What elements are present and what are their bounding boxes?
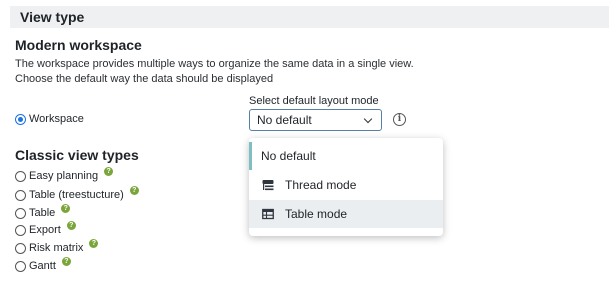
dropdown-item-label: No default [261,149,316,163]
dropdown-item-label: Thread mode [285,178,357,192]
radio-option-gantt[interactable]: Gantt ? [15,256,71,274]
radio-option-table-treestructure[interactable]: Table (treestucture) ? [15,185,139,203]
modern-workspace-heading: Modern workspace [15,37,142,53]
radio-unchecked-icon[interactable] [15,224,26,236]
help-icon[interactable]: ? [61,256,71,266]
radio-option-easy-planning[interactable]: Easy planning ? [15,166,114,184]
radio-unchecked-icon[interactable] [15,242,26,254]
workspace-radio-option[interactable]: Workspace [15,111,84,127]
chevron-down-icon [363,114,373,124]
select-layout-mode-label: Select default layout mode [249,95,379,107]
thread-icon [262,180,274,191]
radio-option-table[interactable]: Table ? [15,203,71,221]
radio-label: Table [29,207,56,219]
radio-unchecked-icon[interactable] [15,170,26,182]
radio-option-risk-matrix[interactable]: Risk matrix ? [15,238,99,256]
dropdown-item-label: Table mode [285,207,348,221]
dropdown-item-table-mode[interactable]: Table mode [249,200,443,228]
modern-workspace-description: The workspace provides multiple ways to … [15,58,414,85]
layout-mode-select[interactable]: No default [249,109,382,131]
classic-view-types-heading: Classic view types [15,147,139,163]
radio-unchecked-icon[interactable] [15,207,26,219]
section-header-view-type: View type [10,6,609,28]
table-icon [262,208,274,220]
help-icon[interactable]: ? [66,220,76,230]
radio-label: Risk matrix [29,242,84,254]
radio-option-export[interactable]: Export ? [15,220,76,238]
radio-unchecked-icon[interactable] [15,260,26,272]
workspace-radio-label: Workspace [29,113,84,125]
layout-mode-select-value: No default [257,113,312,127]
radio-label: Gantt [29,260,56,272]
help-icon[interactable]: ? [89,238,99,248]
info-icon[interactable]: i [393,113,406,126]
dropdown-item-no-default[interactable]: No default [249,142,443,170]
radio-unchecked-icon[interactable] [15,189,26,201]
dropdown-item-thread-mode[interactable]: Thread mode [249,171,443,199]
help-icon[interactable]: ? [104,166,114,176]
radio-label: Export [29,224,61,236]
radio-checked-icon[interactable] [15,113,26,125]
help-icon[interactable]: ? [61,203,71,213]
layout-mode-dropdown-menu: No default Thread mode Table mode [249,138,443,236]
radio-label: Table (treestucture) [29,189,124,201]
help-icon[interactable]: ? [129,185,139,195]
radio-label: Easy planning [29,170,99,182]
